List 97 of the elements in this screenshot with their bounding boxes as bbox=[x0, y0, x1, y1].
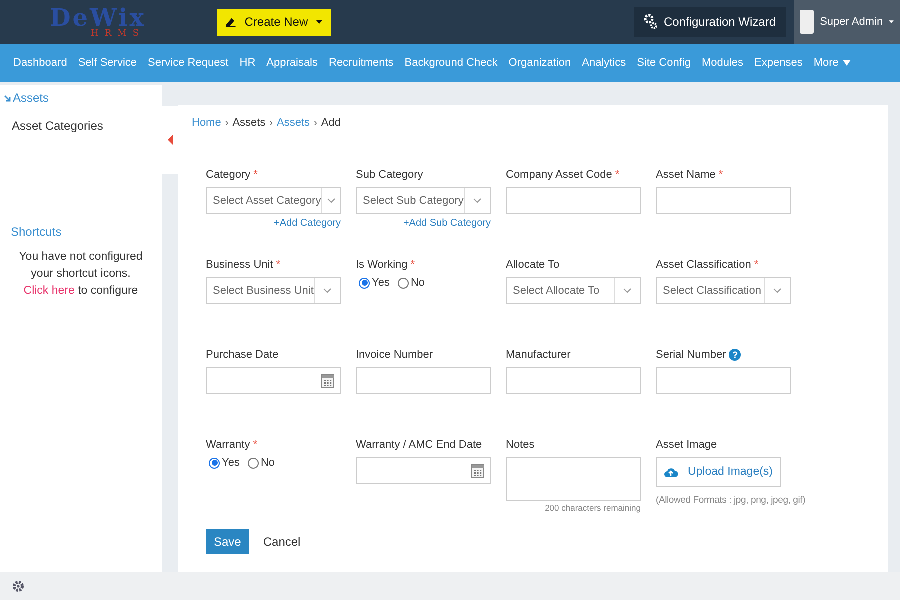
select-field[interactable]: Select Asset Category bbox=[206, 187, 341, 214]
calendar-icon[interactable] bbox=[471, 462, 485, 478]
nav-item[interactable]: Analytics bbox=[576, 57, 632, 69]
required-mark: * bbox=[253, 439, 258, 451]
pencil-icon bbox=[225, 16, 237, 28]
required-mark: * bbox=[276, 259, 281, 271]
upload-button[interactable]: Upload Image(s) bbox=[656, 457, 781, 487]
field-label: Notes bbox=[506, 439, 535, 451]
input-field[interactable] bbox=[506, 187, 641, 214]
field-label: Manufacturer bbox=[506, 349, 571, 361]
chevron-down-icon bbox=[326, 198, 336, 204]
breadcrumb-separator: › bbox=[270, 118, 274, 128]
field-label: Warranty / AMC End Date bbox=[356, 439, 482, 451]
shortcuts-title[interactable]: Shortcuts bbox=[0, 225, 162, 239]
required-mark: * bbox=[410, 259, 416, 271]
settings-icon[interactable] bbox=[12, 580, 25, 592]
add-link[interactable]: +Add Category bbox=[206, 218, 341, 229]
nav-item[interactable]: HR bbox=[234, 57, 262, 69]
field-label: Invoice Number bbox=[356, 349, 434, 361]
breadcrumb-item[interactable]: Assets bbox=[232, 117, 266, 129]
field-label: Asset Name bbox=[656, 169, 716, 181]
save-button[interactable]: Save bbox=[206, 529, 250, 554]
chevron-down-icon bbox=[773, 288, 782, 294]
logo: DeWix HRMS bbox=[48, 6, 148, 38]
field-label: Asset Classification bbox=[656, 259, 752, 271]
field-label: Company Asset Code bbox=[506, 169, 612, 181]
breadcrumb-separator: › bbox=[225, 118, 229, 128]
radio-button[interactable] bbox=[248, 458, 259, 468]
select-field[interactable]: Select Business Unit bbox=[206, 277, 341, 304]
field-label: Category bbox=[206, 169, 251, 181]
calendar-icon[interactable] bbox=[321, 372, 335, 388]
chevron-down-icon bbox=[473, 198, 482, 204]
input-field[interactable] bbox=[656, 187, 791, 214]
nav-item[interactable]: Organization bbox=[503, 57, 577, 69]
select-field[interactable]: Select Sub Category bbox=[356, 187, 491, 214]
radio-button[interactable] bbox=[359, 278, 370, 288]
field-label: Is Working bbox=[356, 259, 408, 271]
radio-option[interactable]: No bbox=[398, 277, 426, 289]
required-mark: * bbox=[615, 169, 620, 181]
required-mark: * bbox=[254, 169, 258, 181]
cloud-upload-icon bbox=[664, 466, 678, 478]
required-mark: * bbox=[718, 169, 724, 181]
add-link[interactable]: +Add Sub Category bbox=[356, 218, 491, 229]
field-label: Sub Category bbox=[356, 169, 424, 181]
gears-icon bbox=[644, 14, 658, 30]
radio-button[interactable] bbox=[398, 278, 409, 288]
breadcrumb-separator: › bbox=[314, 118, 318, 128]
required-mark: * bbox=[754, 259, 759, 271]
input-field[interactable] bbox=[506, 367, 641, 394]
nav-item[interactable]: Recruitments bbox=[324, 57, 400, 69]
select-field[interactable]: Select Allocate To bbox=[506, 277, 641, 304]
char-counter: 200 characters remaining bbox=[544, 503, 641, 513]
chevron-down-icon bbox=[623, 288, 632, 294]
input-field[interactable] bbox=[356, 367, 491, 394]
chevron-down-icon bbox=[323, 288, 332, 294]
sidebar-item[interactable]: Asset Categories bbox=[0, 109, 162, 143]
field-label: Business Unit bbox=[206, 259, 274, 271]
select-field[interactable]: Select Classification bbox=[656, 277, 791, 304]
date-field[interactable] bbox=[356, 457, 491, 484]
breadcrumb-item[interactable]: Home bbox=[192, 117, 222, 129]
nav-item[interactable]: Appraisals bbox=[261, 57, 324, 69]
avatar bbox=[800, 10, 814, 34]
date-field[interactable] bbox=[206, 367, 341, 394]
field-label: Purchase Date bbox=[206, 349, 279, 361]
breadcrumb-item[interactable]: Add bbox=[321, 117, 341, 129]
nav-item[interactable]: Dashboard bbox=[8, 57, 73, 69]
help-icon[interactable]: ? bbox=[729, 349, 742, 361]
radio-button[interactable] bbox=[209, 458, 220, 468]
caret-icon bbox=[889, 20, 894, 24]
field-label: Serial Number bbox=[656, 349, 726, 361]
input-field[interactable] bbox=[656, 367, 791, 394]
field-label: Asset Image bbox=[656, 439, 718, 451]
nav-item[interactable]: Background Check bbox=[399, 57, 504, 69]
create-new-button[interactable]: Create New bbox=[217, 8, 331, 36]
field-label: Allocate To bbox=[506, 259, 560, 271]
nav-item[interactable]: Self Service bbox=[72, 57, 143, 69]
radio-option[interactable]: No bbox=[248, 457, 276, 469]
configure-link[interactable]: Click here bbox=[24, 285, 75, 297]
shortcuts-message: You have not configured your shortcut icons. Click here to configure bbox=[18, 250, 144, 299]
notes-field[interactable] bbox=[506, 457, 641, 501]
nav-item[interactable]: More bbox=[808, 57, 856, 69]
breadcrumb-item[interactable]: Assets bbox=[277, 117, 310, 129]
cancel-button[interactable]: Cancel bbox=[257, 534, 307, 550]
radio-option[interactable]: Yes bbox=[209, 457, 240, 469]
format-hint: (Allowed Formats : jpg, png, jpeg, gif) bbox=[656, 495, 806, 506]
nav-item[interactable]: Site Config bbox=[632, 57, 696, 69]
collapse-arrow-icon bbox=[168, 135, 172, 145]
nav-item[interactable]: Modules bbox=[696, 57, 750, 69]
configuration-wizard-button[interactable]: Configuration Wizard bbox=[634, 7, 786, 37]
field-label: Warranty bbox=[206, 439, 250, 451]
sidebar-section[interactable]: Assets bbox=[0, 85, 162, 109]
user-menu[interactable]: Super Admin bbox=[794, 0, 900, 44]
radio-option[interactable]: Yes bbox=[359, 277, 390, 289]
nav-item[interactable]: Service Request bbox=[142, 57, 234, 69]
nav-item[interactable]: Expenses bbox=[749, 57, 808, 69]
caret-icon bbox=[316, 20, 323, 24]
arrow-icon bbox=[4, 94, 11, 102]
